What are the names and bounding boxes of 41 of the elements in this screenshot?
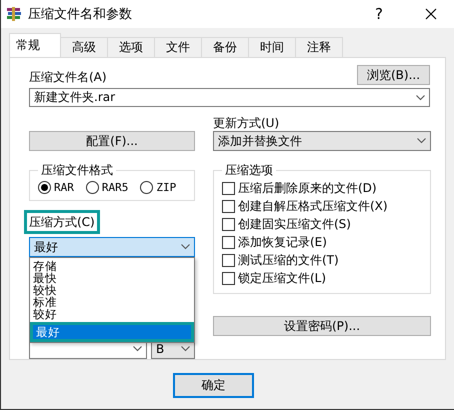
books-icon: [6, 6, 22, 22]
dropdown-option[interactable]: 存储: [30, 260, 194, 272]
option-checkbox[interactable]: 创建固实压缩文件(S): [222, 215, 422, 233]
set-password-button[interactable]: 设置密码(P)...: [213, 316, 431, 336]
chevron-icon[interactable]: [417, 138, 426, 144]
format-radio[interactable]: ZIP: [140, 181, 176, 194]
tab[interactable]: 注释: [295, 37, 343, 57]
field-label: 压缩方式(C): [24, 210, 100, 234]
radio-icon[interactable]: [140, 181, 154, 194]
field-label: 更新方式(U): [213, 115, 280, 131]
close-icon[interactable]: [425, 8, 437, 20]
field-label: 压缩文件名(A): [29, 69, 107, 85]
profiles-button[interactable]: 配置(F)...: [29, 131, 195, 151]
radio-icon[interactable]: [38, 181, 51, 194]
compression-combo[interactable]: 最好: [29, 237, 195, 257]
group-title: 压缩选项: [224, 162, 274, 179]
browse-button[interactable]: 浏览(B)...: [357, 65, 430, 85]
radio-icon[interactable]: [86, 181, 99, 194]
ok-button[interactable]: 确定: [173, 373, 254, 398]
dropdown-option[interactable]: 较好: [30, 308, 194, 320]
format-radio[interactable]: RAR: [38, 181, 74, 194]
dropdown-option[interactable]: 较快: [30, 284, 194, 296]
dropdown-option[interactable]: 最好: [30, 322, 194, 342]
chevron-icon[interactable]: [416, 94, 425, 101]
update-mode-combo[interactable]: 添加并替换文件: [213, 131, 431, 151]
dropdown-option[interactable]: 最快: [30, 272, 194, 284]
dropdown-option[interactable]: 标准: [30, 296, 194, 308]
chevron-icon[interactable]: [181, 244, 190, 250]
format-radio[interactable]: RAR5: [86, 181, 128, 194]
option-checkbox[interactable]: 创建自解压格式压缩文件(X): [222, 197, 422, 215]
help-button[interactable]: ?: [356, 0, 402, 28]
option-checkbox[interactable]: 压缩后删除原来的文件(D): [222, 179, 422, 197]
option-checkbox[interactable]: 测试压缩的文件(T): [222, 251, 422, 269]
chevron-icon[interactable]: [181, 346, 190, 352]
archive-name-combo[interactable]: 新建文件夹.rar: [29, 88, 430, 108]
option-checkbox[interactable]: 锁定压缩文件(L): [222, 269, 422, 287]
group-title: 压缩文件格式: [40, 162, 114, 179]
window-title: 压缩文件名和参数: [28, 6, 133, 23]
tab[interactable]: 常规: [9, 33, 61, 57]
chevron-icon[interactable]: [133, 346, 142, 352]
option-checkbox[interactable]: 添加恢复记录(E): [222, 233, 422, 251]
